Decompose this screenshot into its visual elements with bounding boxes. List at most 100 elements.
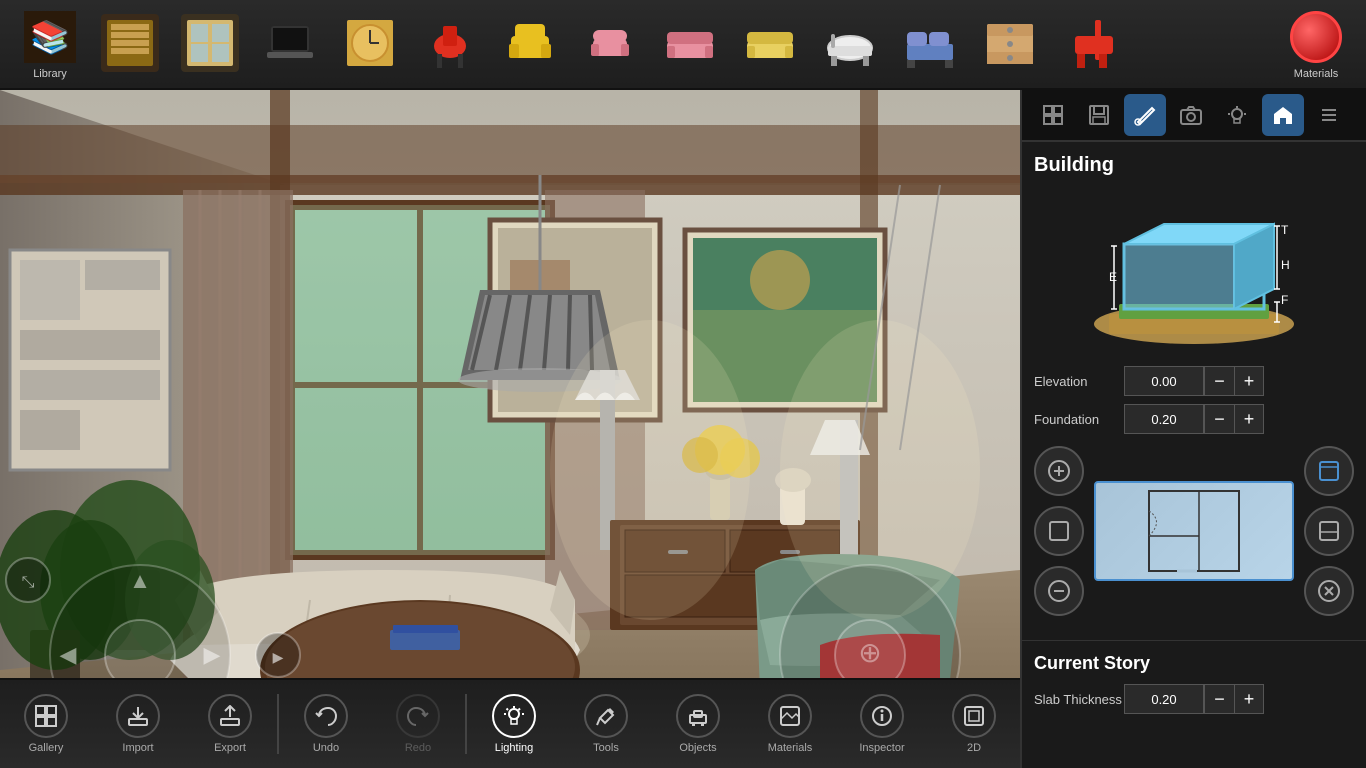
delete-story-button[interactable] — [1304, 566, 1354, 616]
lighting-icon — [492, 694, 536, 738]
svg-text:⊕: ⊕ — [858, 637, 881, 668]
bottom-item-2d[interactable]: 2D — [929, 684, 1019, 764]
right-tab-paint[interactable] — [1124, 94, 1166, 136]
right-tab-home[interactable] — [1262, 94, 1304, 136]
bottom-item-export[interactable]: Export — [185, 684, 275, 764]
svg-text:T: T — [1281, 223, 1289, 237]
bottom-item-lighting[interactable]: Lighting — [469, 684, 559, 764]
merge-story-button[interactable] — [1034, 566, 1084, 616]
library-label: Library — [33, 68, 67, 80]
current-story-title: Current Story — [1034, 653, 1354, 674]
tools-label: Tools — [593, 742, 619, 754]
toolbar-divider-2 — [465, 694, 467, 754]
slab-thickness-label: Slab Thickness — [1034, 692, 1124, 707]
top-item-bookcase[interactable] — [90, 4, 170, 84]
scene-svg: ▲ ▼ ◀ ▶ ⊕ ⤡ ▶ — [0, 90, 1020, 768]
svg-text:E: E — [1109, 270, 1117, 284]
undo-icon — [304, 694, 348, 738]
right-panel: Building T H E — [1020, 90, 1366, 768]
objects-label: Objects — [679, 742, 716, 754]
add-story-button[interactable] — [1034, 446, 1084, 496]
top-toolbar: 📚 Library — [0, 0, 1366, 90]
elevation-label: Elevation — [1034, 374, 1124, 389]
top-item-chair-red[interactable] — [410, 4, 490, 84]
elevation-minus-button[interactable]: − — [1204, 366, 1234, 396]
bottom-item-materials[interactable]: Materials — [745, 684, 835, 764]
toolbar-divider-1 — [277, 694, 279, 754]
elevation-row: Elevation − + — [1034, 366, 1354, 396]
bottom-item-undo[interactable]: Undo — [281, 684, 371, 764]
current-story-section: Current Story Slab Thickness − + — [1022, 640, 1366, 734]
top-item-armchair-yellow[interactable] — [490, 4, 570, 84]
svg-text:F: F — [1281, 293, 1288, 307]
slab-thickness-plus-button[interactable]: + — [1234, 684, 1264, 714]
view-story-button[interactable] — [1034, 506, 1084, 556]
top-item-clock[interactable] — [330, 4, 410, 84]
top-item-chair-pink[interactable] — [570, 4, 650, 84]
materials-story-button[interactable] — [1304, 446, 1354, 496]
elevation-input[interactable] — [1124, 366, 1204, 396]
foundation-minus-button[interactable]: − — [1204, 404, 1234, 434]
settings-story-button[interactable] — [1304, 506, 1354, 556]
top-item-bed[interactable] — [890, 4, 970, 84]
bottom-item-import[interactable]: Import — [93, 684, 183, 764]
foundation-plus-button[interactable]: + — [1234, 404, 1264, 434]
undo-label: Undo — [313, 742, 339, 754]
redo-icon — [396, 694, 440, 738]
export-icon — [208, 694, 252, 738]
gallery-label: Gallery — [29, 742, 64, 754]
foundation-input[interactable] — [1124, 404, 1204, 434]
import-label: Import — [122, 742, 153, 754]
elevation-plus-button[interactable]: + — [1234, 366, 1264, 396]
gallery-icon — [24, 694, 68, 738]
right-tabs — [1022, 90, 1366, 142]
top-item-sofa-pink[interactable] — [650, 4, 730, 84]
svg-text:▶: ▶ — [273, 649, 284, 665]
svg-text:◀: ◀ — [60, 642, 77, 667]
foundation-label: Foundation — [1034, 412, 1124, 427]
bottom-toolbar: Gallery Import Export Undo Redo Lighting — [0, 678, 1020, 768]
top-item-sofa-yellow[interactable] — [730, 4, 810, 84]
2d-icon — [952, 694, 996, 738]
top-item-dresser[interactable] — [970, 4, 1050, 84]
slab-thickness-input[interactable] — [1124, 684, 1204, 714]
right-tab-save[interactable] — [1078, 94, 1120, 136]
bottom-item-inspector[interactable]: Inspector — [837, 684, 927, 764]
top-item-chair-red2[interactable] — [1050, 4, 1130, 84]
foundation-row: Foundation − + — [1034, 404, 1354, 434]
svg-text:⤡: ⤡ — [22, 574, 35, 591]
right-tab-select[interactable] — [1032, 94, 1074, 136]
2d-label: 2D — [967, 742, 981, 754]
slab-thickness-minus-button[interactable]: − — [1204, 684, 1234, 714]
inspector-label: Inspector — [859, 742, 904, 754]
building-title: Building — [1034, 154, 1354, 177]
right-tab-light[interactable] — [1216, 94, 1258, 136]
inspector-icon — [860, 694, 904, 738]
right-tab-camera[interactable] — [1170, 94, 1212, 136]
top-item-materials[interactable]: Materials — [1276, 4, 1356, 84]
bottom-item-gallery[interactable]: Gallery — [1, 684, 91, 764]
materials-bottom-label: Materials — [768, 742, 813, 754]
top-item-library[interactable]: 📚 Library — [10, 4, 90, 84]
top-item-laptop[interactable] — [250, 4, 330, 84]
objects-icon — [676, 694, 720, 738]
export-label: Export — [214, 742, 246, 754]
right-tab-list[interactable] — [1308, 94, 1350, 136]
import-icon — [116, 694, 160, 738]
slab-thickness-row: Slab Thickness − + — [1034, 684, 1354, 714]
materials-label: Materials — [1294, 68, 1339, 80]
bottom-item-redo[interactable]: Redo — [373, 684, 463, 764]
top-item-window[interactable] — [170, 4, 250, 84]
materials-bottom-icon — [768, 694, 812, 738]
svg-text:▶: ▶ — [204, 642, 221, 667]
bottom-item-tools[interactable]: Tools — [561, 684, 651, 764]
lighting-label: Lighting — [495, 742, 534, 754]
bottom-item-objects[interactable]: Objects — [653, 684, 743, 764]
svg-text:▲: ▲ — [129, 568, 151, 593]
floor-plan-thumbnail[interactable] — [1094, 481, 1294, 581]
building-panel: Building T H E — [1022, 142, 1366, 640]
top-item-bathtub[interactable] — [810, 4, 890, 84]
redo-label: Redo — [405, 742, 431, 754]
building-diagram: T H E F — [1089, 189, 1299, 354]
tools-icon — [584, 694, 628, 738]
